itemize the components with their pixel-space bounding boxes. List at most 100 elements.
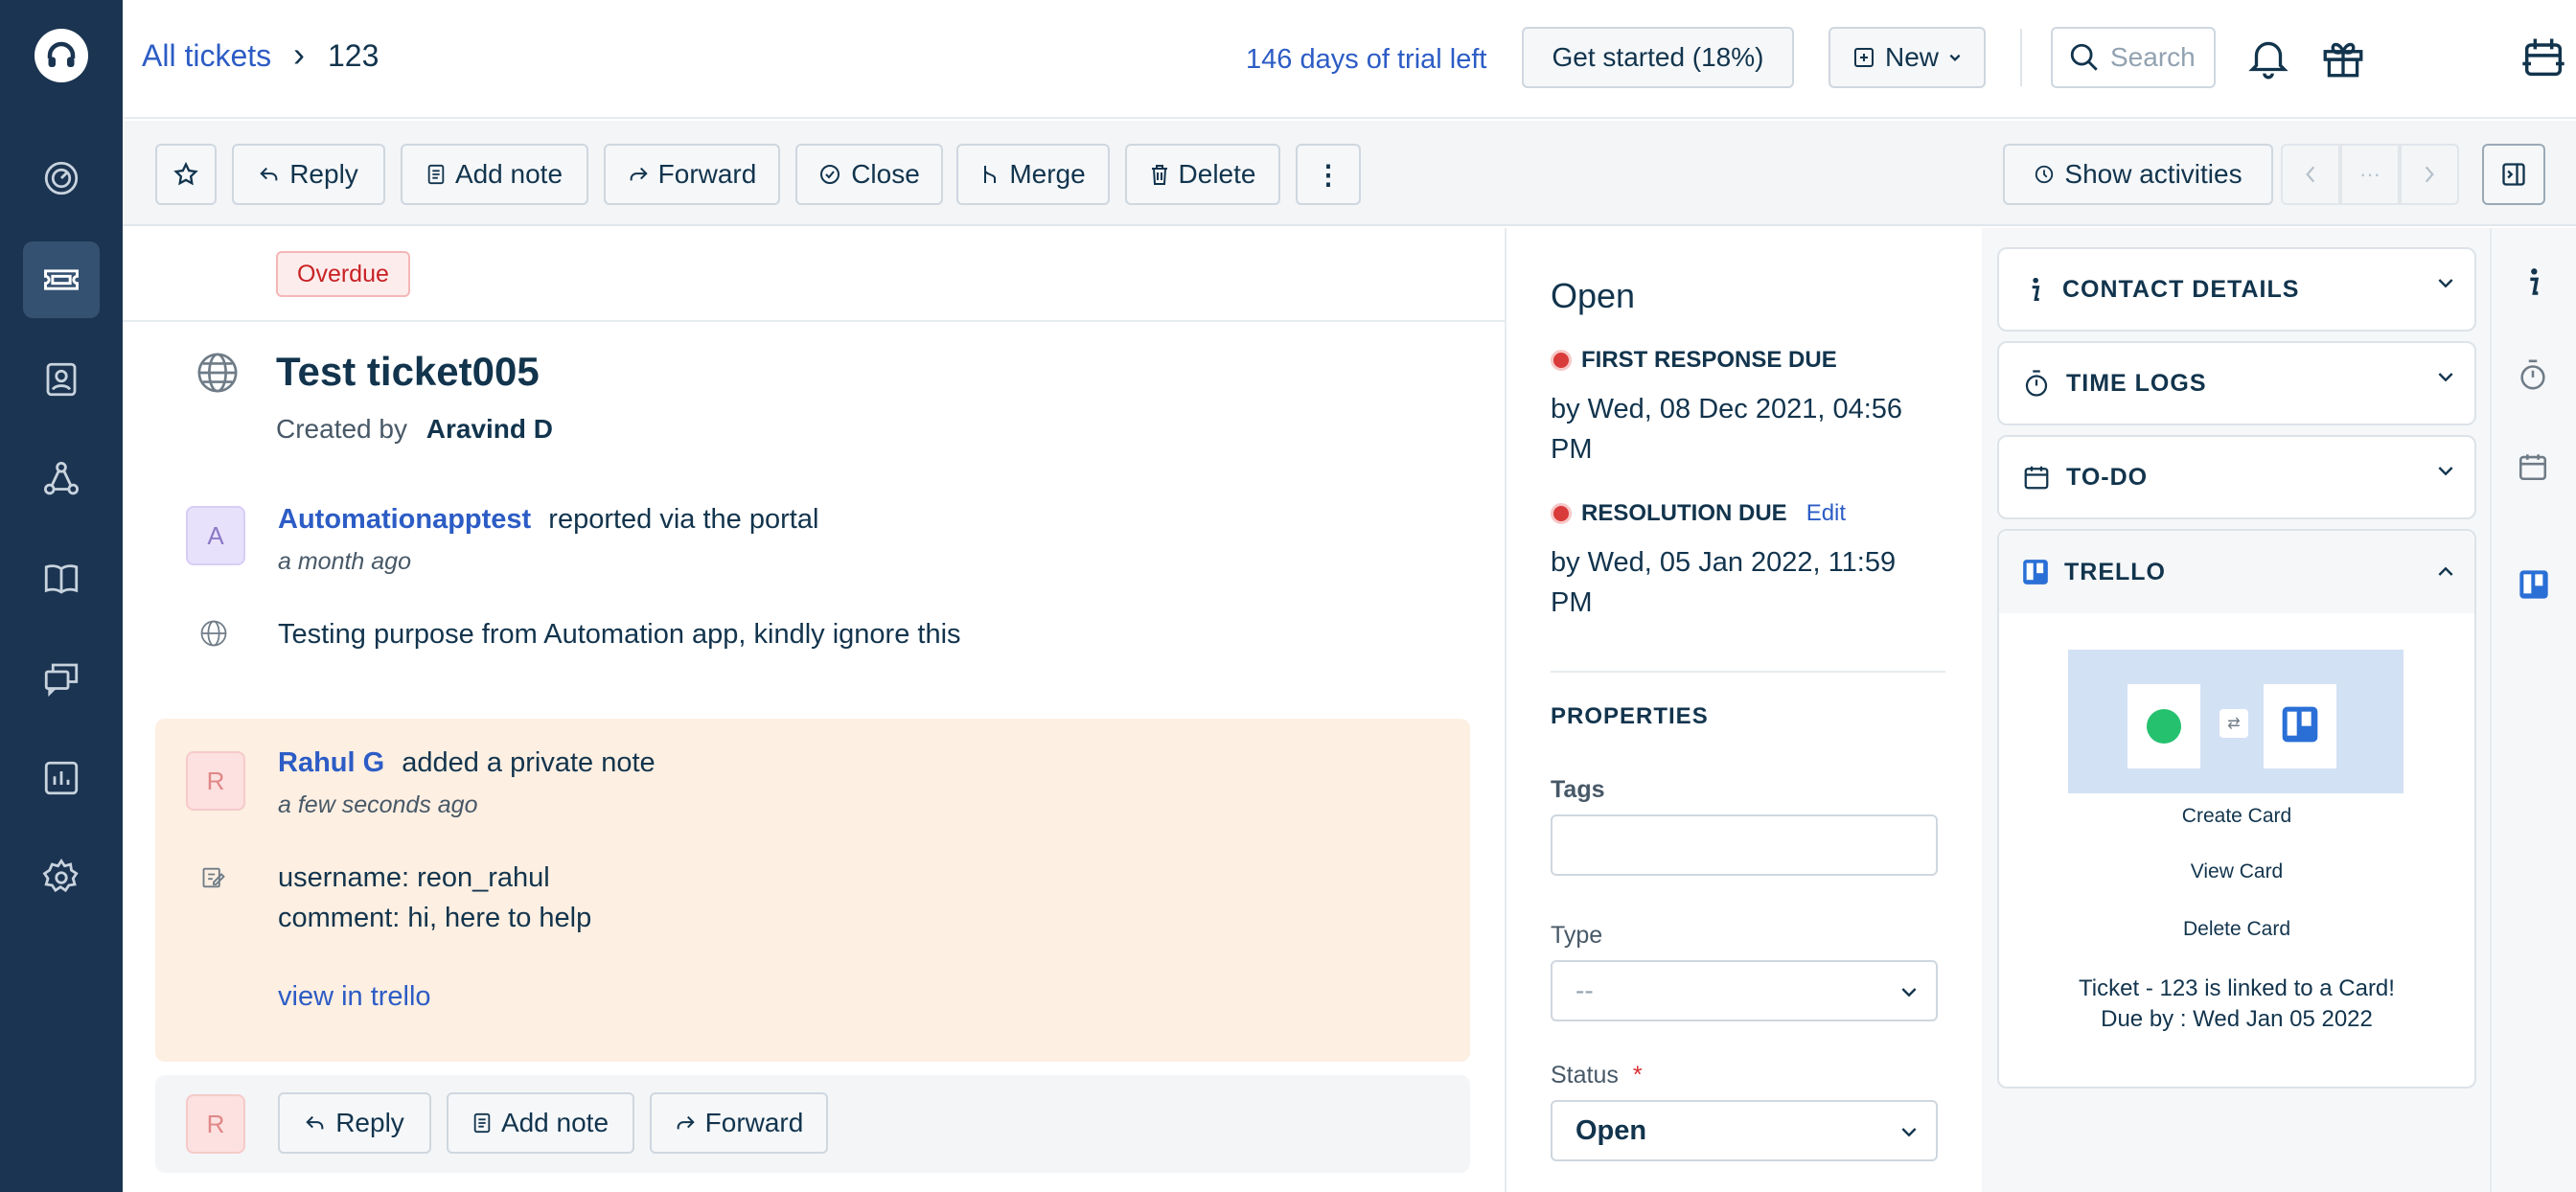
- breadcrumb-current: 123: [328, 38, 380, 73]
- calendar-icon[interactable]: [2517, 450, 2549, 483]
- add-note-button[interactable]: Add note: [447, 1092, 634, 1154]
- apps-panel: CONTACT DETAILS TIME LOGS TO-DO TRELLO ⇄…: [1982, 228, 2490, 1192]
- freshdesk-logo[interactable]: [34, 29, 88, 82]
- get-started-button[interactable]: Get started (18%): [1522, 27, 1794, 88]
- chevron-down-icon: [2438, 373, 2453, 382]
- new-dropdown-button[interactable]: New: [1828, 27, 1986, 88]
- time-logs-title: TIME LOGS: [2066, 369, 2207, 397]
- freshdesk-app-tile: [2128, 684, 2200, 768]
- knowledge-base-icon[interactable]: [23, 540, 100, 617]
- note-header: Rahul G added a private note: [278, 747, 656, 779]
- contacts-icon[interactable]: [23, 341, 100, 418]
- note-icon: [427, 164, 445, 185]
- info-icon[interactable]: [2520, 266, 2545, 297]
- delete-card-button[interactable]: Delete Card: [1999, 918, 2474, 941]
- avatar-initial: A: [207, 520, 224, 550]
- toggle-sidebar-button[interactable]: [2482, 144, 2545, 205]
- ticket-toolbar: Reply Add note Forward Close Merge Delet…: [123, 121, 2576, 226]
- contact-details-section[interactable]: CONTACT DETAILS: [1997, 247, 2476, 332]
- merge-label: Merge: [1009, 159, 1086, 189]
- reply-button[interactable]: Reply: [278, 1092, 431, 1154]
- ticket-main: Overdue Test ticket005 Created by Aravin…: [123, 228, 1505, 1192]
- view-card-button[interactable]: View Card: [1999, 860, 2474, 883]
- chevron-down-icon: [2438, 467, 2453, 476]
- check-circle-icon: [820, 165, 840, 184]
- divider: [2020, 29, 2022, 86]
- more-actions-button[interactable]: ⋮: [1296, 144, 1361, 205]
- stopwatch-icon[interactable]: [2517, 358, 2549, 391]
- resolution-due-line: by Wed, 05 Jan 2022, 11:59: [1551, 547, 1897, 578]
- more-icon: ⋮: [1315, 159, 1342, 190]
- tickets-icon[interactable]: [23, 241, 100, 318]
- trello-status-line: Due by : Wed Jan 05 2022: [2101, 1006, 2373, 1032]
- reply-icon: [306, 1115, 324, 1130]
- close-label: Close: [851, 159, 920, 189]
- trello-link-status: Ticket - 123 is linked to a Card! Due by…: [1999, 974, 2474, 1035]
- conversation-header: Automationapptest reported via the porta…: [278, 504, 818, 536]
- merge-button[interactable]: Merge: [956, 144, 1110, 205]
- forward-icon: [630, 167, 648, 181]
- search-placeholder: Search: [2110, 42, 2196, 72]
- stopwatch-icon: [2025, 370, 2048, 397]
- ticket-status-panel: Open FIRST RESPONSE DUE by Wed, 08 Dec 2…: [1505, 228, 1982, 1192]
- author-link[interactable]: Automationapptest: [278, 504, 531, 535]
- contact-details-title: CONTACT DETAILS: [2062, 275, 2300, 303]
- freshdesk-logo-icon: [2147, 709, 2181, 744]
- reply-button[interactable]: Reply: [232, 144, 385, 205]
- sync-arrows-icon: ⇄: [2220, 709, 2248, 738]
- breadcrumb-separator: ›: [293, 34, 305, 74]
- conversation-body: Testing purpose from Automation app, kin…: [278, 619, 961, 650]
- trello-icon[interactable]: [2518, 569, 2549, 600]
- calendar-apps-icon[interactable]: [2517, 33, 2570, 82]
- note-icon: [473, 1112, 491, 1134]
- star-button[interactable]: [155, 144, 217, 205]
- forward-button[interactable]: Forward: [604, 144, 780, 205]
- forward-button[interactable]: Forward: [650, 1092, 828, 1154]
- search-input[interactable]: Search: [2051, 27, 2216, 88]
- trial-days-link[interactable]: 146 days of trial left: [1246, 44, 1486, 76]
- delete-label: Delete: [1178, 159, 1256, 189]
- globe-icon: [200, 620, 227, 647]
- delete-button[interactable]: Delete: [1125, 144, 1280, 205]
- status-select[interactable]: Open: [1551, 1100, 1938, 1161]
- tags-input[interactable]: [1551, 814, 1938, 876]
- settings-icon[interactable]: [23, 839, 100, 916]
- view-in-trello-link[interactable]: view in trello: [278, 981, 431, 1013]
- close-button[interactable]: Close: [795, 144, 943, 205]
- chevron-up-icon: [2438, 566, 2453, 576]
- todo-title: TO-DO: [2066, 463, 2149, 491]
- next-ticket-button[interactable]: [2400, 144, 2459, 205]
- groups-icon[interactable]: [23, 441, 100, 517]
- forums-icon[interactable]: [23, 640, 100, 717]
- previous-ticket-button[interactable]: [2281, 144, 2340, 205]
- show-activities-button[interactable]: Show activities: [2003, 144, 2273, 205]
- ticket-pagination[interactable]: ···: [2340, 144, 2400, 205]
- get-started-label: Get started (18%): [1552, 42, 1764, 72]
- dashboard-icon[interactable]: [23, 140, 100, 217]
- create-card-button[interactable]: Create Card: [1999, 805, 2474, 828]
- required-marker: *: [1632, 1062, 1643, 1089]
- overdue-dot-icon: [1551, 350, 1572, 371]
- edit-due-link[interactable]: Edit: [1806, 500, 1846, 527]
- trello-header[interactable]: TRELLO: [1999, 531, 2474, 613]
- type-label: Type: [1551, 922, 1603, 949]
- type-select[interactable]: --: [1551, 960, 1938, 1021]
- todo-section[interactable]: TO-DO: [1997, 435, 2476, 519]
- divider: [1551, 671, 1945, 673]
- note-time: a few seconds ago: [278, 791, 478, 818]
- author-link[interactable]: Rahul G: [278, 747, 384, 778]
- gift-icon[interactable]: [2319, 33, 2367, 82]
- breadcrumb-all-tickets[interactable]: All tickets: [142, 38, 271, 74]
- trello-title: TRELLO: [2064, 558, 2166, 585]
- pagination-dots: ···: [2359, 162, 2380, 186]
- bell-icon[interactable]: [2244, 33, 2292, 82]
- creator-name: Aravind D: [426, 414, 553, 444]
- trello-section: TRELLO ⇄ Create Card View Card Delete Ca…: [1997, 529, 2476, 1089]
- time-logs-section[interactable]: TIME LOGS: [1997, 341, 2476, 425]
- conversation-action: reported via the portal: [548, 504, 819, 535]
- top-bar: All tickets › 123 146 days of trial left…: [123, 0, 2576, 119]
- avatar: R: [186, 751, 245, 811]
- reports-icon[interactable]: [23, 740, 100, 816]
- add-note-button[interactable]: Add note: [401, 144, 588, 205]
- star-icon: [173, 161, 198, 186]
